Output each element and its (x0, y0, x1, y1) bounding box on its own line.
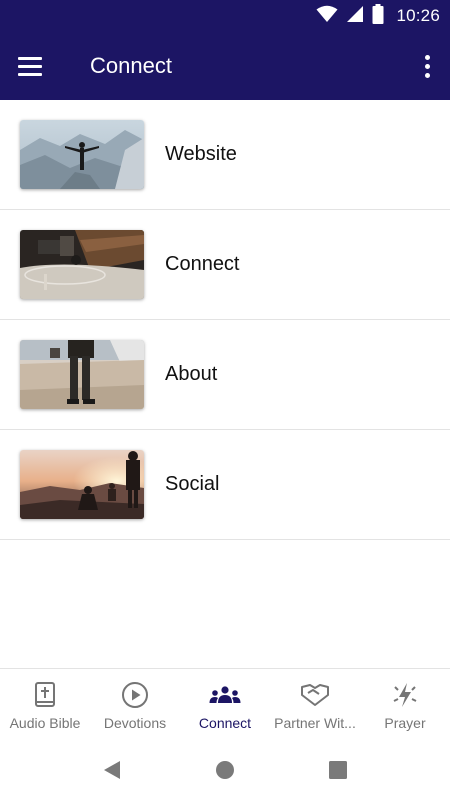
connect-list: Website Connect About Social (0, 100, 450, 540)
nav-label: Devotions (103, 715, 167, 731)
clock: 10:26 (396, 6, 440, 25)
list-item-social[interactable]: Social (0, 430, 450, 540)
connect-screen: 10:26 Connect Website Connect About Soci… (0, 0, 450, 800)
nav-item-devotions[interactable]: Devotions (90, 669, 180, 741)
nav-item-connect[interactable]: Connect (180, 669, 270, 741)
more-options-icon[interactable] (420, 51, 434, 81)
list-item-label: About (165, 363, 218, 385)
living-room-rug-image (20, 230, 144, 299)
bottom-navigation: Audio Bible Devotions Connect Partner Wi… (0, 668, 450, 741)
handshake-icon (270, 681, 360, 709)
person-standing-beach-image (20, 340, 144, 409)
signal-icon (346, 5, 364, 28)
home-icon[interactable] (215, 760, 235, 785)
status-icons: 10:26 (316, 3, 440, 29)
list-item-label: Social (165, 473, 220, 495)
back-icon[interactable] (102, 760, 122, 785)
list-item-about[interactable]: About (0, 320, 450, 430)
menu-icon[interactable] (18, 52, 52, 80)
list-item-website[interactable]: Website (0, 100, 450, 210)
list-item-label: Website (165, 143, 237, 165)
play-circle-icon (90, 681, 180, 709)
nav-item-audio-bible[interactable]: Audio Bible (0, 669, 90, 741)
status-bar: 10:26 (0, 0, 450, 33)
sunset-silhouettes-image (20, 450, 144, 519)
battery-icon (372, 3, 384, 29)
person-on-mountain-image (20, 120, 144, 189)
app-bar: Connect (0, 33, 450, 100)
nav-item-prayer[interactable]: Prayer (360, 669, 450, 741)
lightning-icon (360, 681, 450, 709)
recents-icon[interactable] (328, 760, 348, 785)
nav-item-partner[interactable]: Partner Wit... (270, 669, 360, 741)
system-navigation-bar (0, 740, 450, 800)
group-icon (180, 681, 270, 709)
page-title: Connect (90, 53, 172, 78)
list-item-label: Connect (165, 253, 240, 275)
nav-label: Audio Bible (9, 715, 81, 731)
wifi-icon (316, 5, 338, 28)
nav-label: Partner Wit... (274, 715, 356, 731)
bible-icon (0, 681, 90, 709)
nav-label: Connect (198, 715, 252, 731)
list-item-connect[interactable]: Connect (0, 210, 450, 320)
nav-label: Prayer (384, 715, 426, 731)
